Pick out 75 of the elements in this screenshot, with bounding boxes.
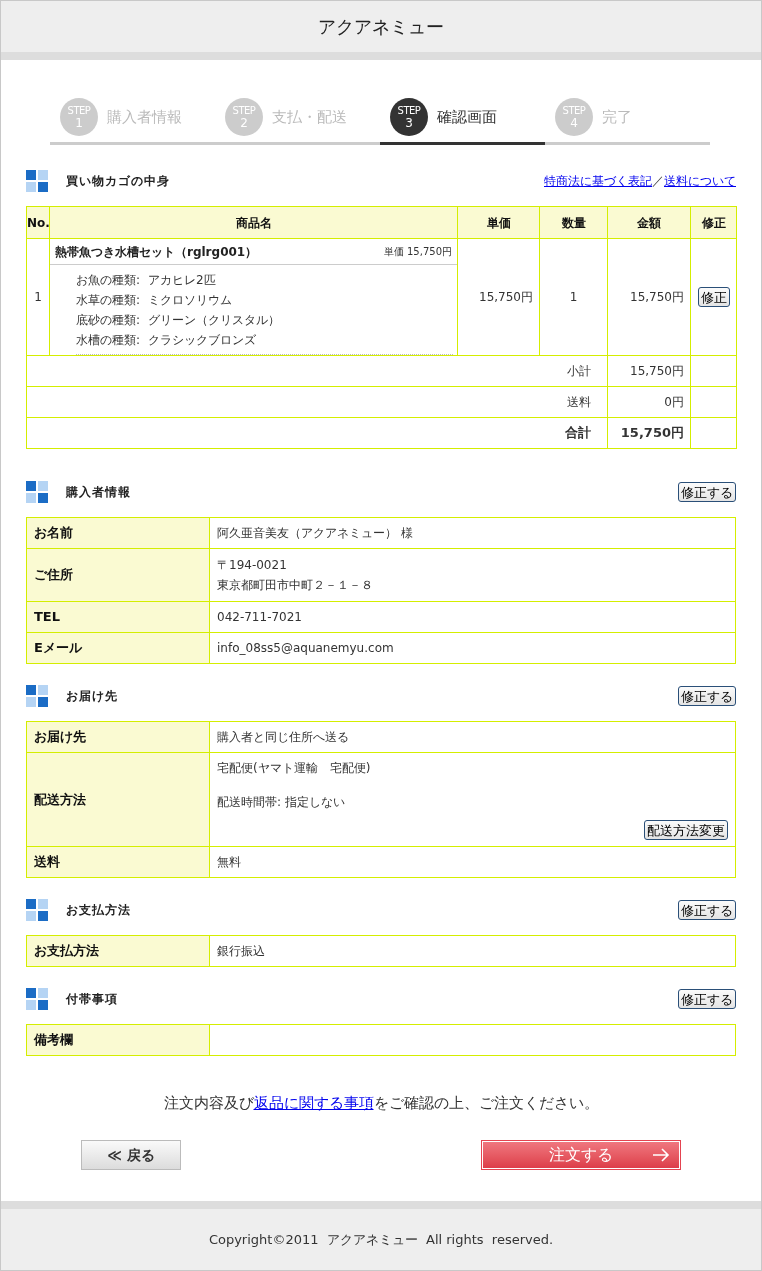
unit-price-note: 単価 15,750円 xyxy=(383,245,452,259)
total-value-cell: 15,750円 xyxy=(607,355,691,387)
section-title: 買い物カゴの中身 xyxy=(66,173,170,190)
returns-policy-link[interactable]: 返品に関する事項 xyxy=(253,1094,374,1112)
option-value: ミクロソリウム xyxy=(148,292,233,309)
total-value-cell: 0円 xyxy=(607,386,691,418)
total-label: 送料 xyxy=(567,395,591,409)
section-title: 購入者情報 xyxy=(66,484,131,501)
grid-squares-icon xyxy=(26,170,48,192)
option-value: アカヒレ2匹 xyxy=(148,272,216,289)
arrow-right-icon xyxy=(652,1148,670,1162)
edit-section-button[interactable]: 修正する xyxy=(678,989,736,1009)
column-header: 修正 xyxy=(690,206,737,239)
option-value: グリーン（クリスタル） xyxy=(148,312,281,329)
grid-squares-icon xyxy=(26,481,48,503)
delivery-text: 配送時間帯: 指定しない xyxy=(217,794,346,811)
total-label: 小計 xyxy=(567,364,591,378)
delivery-text: 宅配便(ヤマト運輸 宅配便) xyxy=(217,760,372,777)
unit-price-cell: 15,750円 xyxy=(457,238,540,356)
edit-section-button[interactable]: 修正する xyxy=(678,482,736,502)
address-line: 東京都町田市中町２－１－８ xyxy=(217,577,374,594)
column-header: 金額 xyxy=(607,206,691,239)
value-text: 042-711-7021 xyxy=(217,610,302,624)
step-label: 確認画面 xyxy=(437,106,497,128)
label-cell: TEL xyxy=(26,601,210,633)
copyright-text: Copyright©2011 アクアネミュー All rights reserved. xyxy=(208,1230,554,1249)
option-label: 水草の種類: xyxy=(76,292,141,309)
section-title: お支払方法 xyxy=(66,902,131,919)
notice-text: 注文内容及び返品に関する事項をご確認の上、ご注文ください。 xyxy=(162,1093,600,1113)
step-label: 支払・配送 xyxy=(272,106,347,128)
grid-squares-icon xyxy=(26,899,48,921)
row-number-cell: 1 xyxy=(26,238,50,356)
total-value-cell: 15,750円 xyxy=(607,417,691,449)
column-header: 商品名 xyxy=(49,206,458,239)
label-cell: 備考欄 xyxy=(26,1024,210,1056)
grid-squares-icon xyxy=(26,988,48,1010)
option-label: 水槽の種類: xyxy=(76,332,141,349)
total-label: 合計 xyxy=(565,425,591,441)
amount-cell: 15,750円 xyxy=(607,238,691,356)
column-header: No. xyxy=(26,206,50,239)
label-cell: お届け先 xyxy=(26,721,210,753)
link-separator: ／ xyxy=(652,173,664,190)
step-label: 購入者情報 xyxy=(107,106,182,128)
change-delivery-button[interactable]: 配送方法変更 xyxy=(644,820,728,840)
grid-squares-icon xyxy=(26,685,48,707)
shipping-info-link[interactable]: 送料について xyxy=(664,172,736,190)
label-cell: お名前 xyxy=(26,517,210,549)
label-cell: 送料 xyxy=(26,846,210,878)
edit-item-button[interactable]: 修正 xyxy=(697,287,730,307)
edit-section-button[interactable]: 修正する xyxy=(678,900,736,920)
option-label: お魚の種類: xyxy=(76,272,141,289)
label-cell: Eメール xyxy=(26,632,210,664)
step-badge: STEP 3 xyxy=(390,98,428,136)
quantity-cell: 1 xyxy=(539,238,608,356)
value-text: 無料 xyxy=(217,855,241,869)
value-text: 購入者と同じ住所へ送る xyxy=(217,730,349,744)
address-line: 〒194-0021 xyxy=(217,557,288,574)
site-title: アクアネミュー xyxy=(318,15,444,39)
column-header: 単価 xyxy=(457,206,540,239)
column-header: 数量 xyxy=(539,206,608,239)
label-cell: ご住所 xyxy=(26,548,210,602)
value-text: 阿久亜音美友（アクアネミュー） 様 xyxy=(217,526,413,540)
product-name: 熱帯魚つき水槽セット（rglrg001） xyxy=(55,243,258,261)
option-label: 底砂の種類: xyxy=(76,312,141,329)
legal-notice-link[interactable]: 特商法に基づく表記 xyxy=(544,172,652,190)
label-cell: 配送方法 xyxy=(26,752,210,847)
label-cell: お支払方法 xyxy=(26,935,210,967)
edit-section-button[interactable]: 修正する xyxy=(678,686,736,706)
section-title: 付帯事項 xyxy=(66,991,118,1008)
step-label: 完了 xyxy=(602,106,632,128)
value-text: info_08ss5@aquanemyu.com xyxy=(217,641,394,655)
option-value: クラシックブロンズ xyxy=(148,332,257,349)
value-text: 銀行振込 xyxy=(217,944,265,958)
back-button[interactable]: ≪ 戻る xyxy=(81,1140,181,1170)
section-title: お届け先 xyxy=(66,688,118,705)
